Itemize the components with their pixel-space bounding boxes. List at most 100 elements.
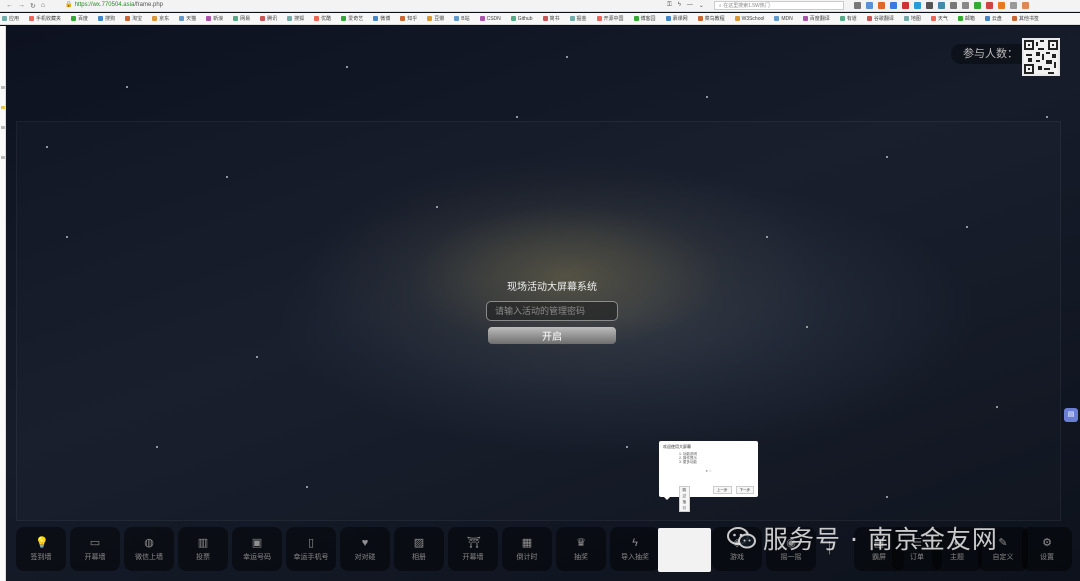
bookmark-item[interactable]: 微博	[373, 15, 390, 22]
lightning-icon[interactable]: ϟ	[678, 2, 681, 9]
bookmark-item[interactable]: 地图	[903, 15, 921, 22]
bookmark-item[interactable]: 京东	[152, 15, 169, 22]
bookmark-item[interactable]: CSDN	[479, 15, 501, 22]
bookmark-label: 其他书签	[1018, 16, 1039, 22]
bookmark-item[interactable]: 博客园	[633, 15, 656, 22]
guide-prev-button[interactable]: 上一步	[713, 486, 732, 494]
extension-icon[interactable]	[913, 2, 921, 9]
bookmark-favicon-icon	[930, 16, 936, 21]
toolbar-item-label: 抽奖	[574, 553, 588, 561]
toolbar-item-7[interactable]: ♥ 对对碰	[340, 527, 390, 571]
toolbar-item-6[interactable]: ▯ 幸运手机号	[286, 527, 336, 571]
forward-icon[interactable]: →	[18, 2, 25, 10]
bookmark-label: 谷歌翻译	[873, 16, 894, 22]
bookmark-item[interactable]: 其他书签	[1011, 15, 1039, 22]
bookmark-item[interactable]: 邮箱	[957, 15, 975, 22]
extension-icon[interactable]	[925, 2, 933, 9]
guide-skip-button[interactable]: 跳过指引	[678, 486, 690, 512]
toolbar-item-label: 相册	[412, 553, 426, 561]
extension-icon[interactable]	[973, 2, 981, 9]
bookmark-item[interactable]: 搜狗	[98, 15, 115, 22]
bookmark-item[interactable]: 天猫	[179, 15, 196, 22]
bookmark-item[interactable]: 有道	[839, 15, 857, 22]
participants-count: 参与人数：	[951, 44, 1030, 64]
extension-icon[interactable]	[877, 2, 885, 9]
reload-icon[interactable]: ↻	[30, 2, 36, 10]
bookmark-item[interactable]: Github	[510, 16, 533, 22]
admin-password-input[interactable]	[486, 301, 618, 321]
floating-side-button[interactable]: ▤	[1064, 408, 1078, 422]
toolbar-item-9[interactable]: ⛩ 开幕墙	[448, 527, 498, 571]
extension-icon[interactable]	[901, 2, 909, 9]
bookmark-item[interactable]: 新浪	[206, 15, 223, 22]
bookmark-favicon-icon	[314, 16, 320, 21]
bookmark-label: 腾讯	[267, 16, 278, 22]
toolbar-item-label: 微信上墙	[135, 553, 163, 561]
chevron-down-icon[interactable]: ⌄	[699, 2, 704, 9]
extension-icon[interactable]	[949, 2, 957, 9]
bookmark-item[interactable]: 网易	[233, 15, 250, 22]
participants-label: 参与人数：	[963, 48, 1018, 60]
bookmark-item[interactable]: 谷歌翻译	[866, 15, 894, 22]
guide-highlight-target[interactable]	[658, 528, 711, 572]
back-icon[interactable]: ←	[6, 2, 13, 10]
guide-next-button[interactable]: 下一步	[735, 486, 754, 494]
bookmark-item[interactable]: 搜狐	[287, 15, 304, 22]
start-button[interactable]: 开启	[488, 327, 616, 344]
bookmark-item[interactable]: B站	[454, 15, 470, 22]
bookmark-item[interactable]: 慕课网	[665, 15, 688, 22]
bookmark-label: 爱奇艺	[348, 16, 364, 22]
bookmark-favicon-icon	[98, 16, 104, 21]
bookmark-item[interactable]: 豆瓣	[427, 15, 444, 22]
undo-icon[interactable]	[985, 2, 993, 9]
bookmark-item[interactable]: 手机收藏夹	[29, 15, 61, 22]
bookmark-item[interactable]: 百度	[71, 15, 88, 22]
toolbar-item-5[interactable]: ▣ 幸运号码	[232, 527, 282, 571]
bookmark-item[interactable]: 开源中国	[596, 15, 624, 22]
bookmark-item[interactable]: W3School	[734, 15, 765, 22]
bookmark-item[interactable]: 淘宝	[125, 15, 142, 22]
bookmark-label: CSDN	[486, 15, 501, 22]
toolbar-item-2[interactable]: ▭ 开幕墙	[70, 527, 120, 571]
toolbar-item-1[interactable]: 💡 签到墙	[16, 527, 66, 571]
bookmark-item[interactable]: 菜鸟教程	[697, 15, 725, 22]
bookmark-label: W3School	[741, 15, 765, 22]
extension-icon[interactable]	[961, 2, 969, 9]
browser-search-input[interactable]: ⌕ 在这里搜索1.5W热门	[713, 1, 844, 10]
bookmark-item[interactable]: MDN	[774, 16, 793, 22]
bookmark-item[interactable]: 腾讯	[260, 15, 277, 22]
extension-icon[interactable]	[997, 2, 1005, 9]
extension-icon[interactable]	[889, 2, 897, 9]
sidebar-mark	[1, 126, 5, 129]
bookmark-item[interactable]: 掘金	[569, 15, 587, 22]
guide-lines: 1. 功能说明 2. 操作提示 3. 更多功能	[663, 452, 754, 464]
bookmark-item[interactable]: 应用	[2, 15, 19, 22]
bookmark-item[interactable]: 优酷	[314, 15, 331, 22]
home-icon[interactable]: ⌂	[41, 2, 45, 10]
url-field[interactable]: 🔒 https://wx.770504.asia/frame.php	[57, 1, 657, 10]
extension-icon[interactable]	[937, 2, 945, 9]
bookmark-label: 微博	[380, 16, 391, 22]
extension-icon[interactable]	[865, 2, 873, 9]
bookmark-item[interactable]: 知乎	[400, 15, 417, 22]
toolbar-item-12[interactable]: ϟ 导入抽奖	[610, 527, 660, 571]
bookmark-item[interactable]: 百度翻译	[802, 15, 830, 22]
bookmark-item[interactable]: 云盘	[984, 15, 1002, 22]
toolbar-item-21[interactable]: ⚙ 设置	[1022, 527, 1072, 571]
bookmark-item[interactable]: 爱奇艺	[341, 15, 363, 22]
toolbar-item-10[interactable]: ▦ 倒计时	[502, 527, 552, 571]
extension-icon[interactable]	[1009, 2, 1017, 9]
extension-icon[interactable]	[1021, 2, 1029, 9]
toolbar-item-3[interactable]: ◍ 微信上墙	[124, 527, 174, 571]
scissors-icon[interactable]	[853, 2, 861, 9]
toolbar-item-11[interactable]: ♛ 抽奖	[556, 527, 606, 571]
toolbar-item-4[interactable]: ▥ 投票	[178, 527, 228, 571]
bookmark-item[interactable]: 简书	[542, 15, 560, 22]
bookmark-item[interactable]: 天气	[930, 15, 948, 22]
bookmarks-bar: 应用 手机收藏夹 百度 搜狗 淘宝 京东 天猫 新浪 网易 腾讯 搜狐 优酷 爱奇艺 微博 知乎 豆瓣 B站 CS…	[0, 13, 1080, 25]
key-icon[interactable]: ⚿	[667, 2, 672, 9]
photo-icon: ▨	[413, 536, 425, 549]
minus-icon[interactable]: —	[687, 2, 693, 9]
toolbar-item-8[interactable]: ▨ 相册	[394, 527, 444, 571]
lock-icon: 🔒	[65, 2, 73, 8]
